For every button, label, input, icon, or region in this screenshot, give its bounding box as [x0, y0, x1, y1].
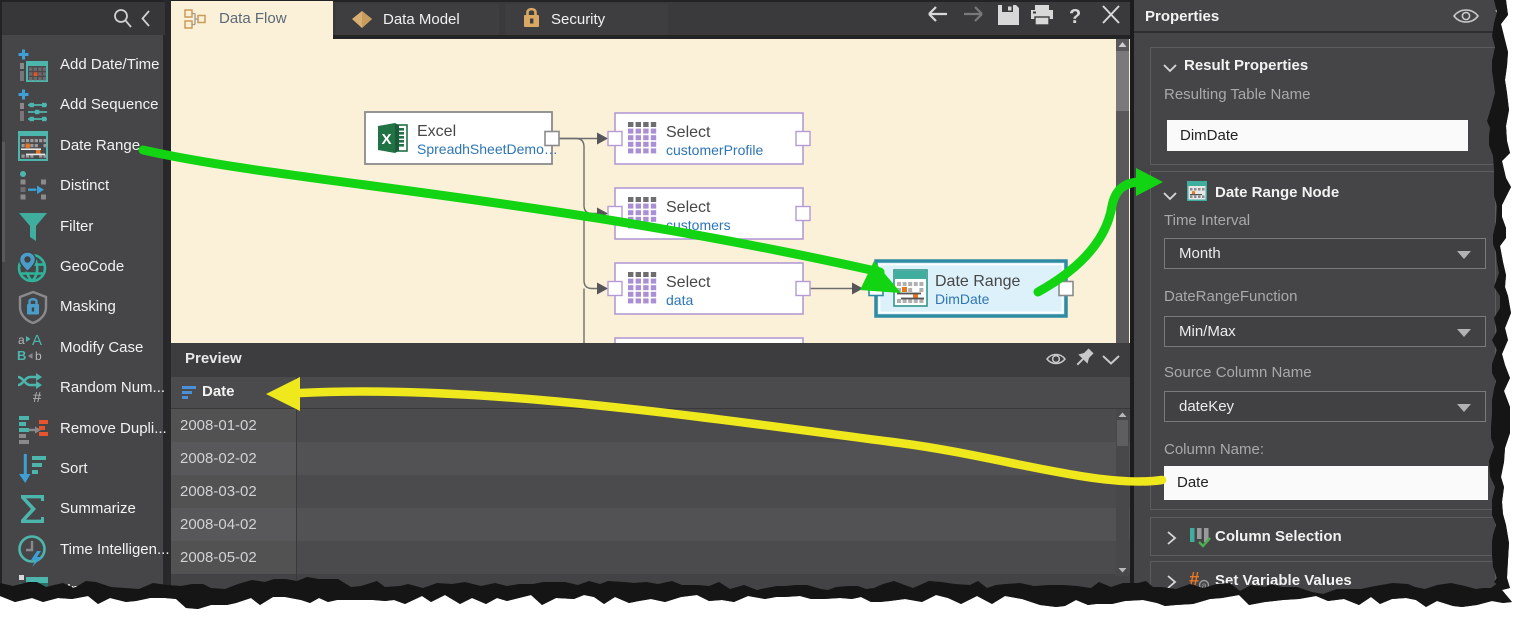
svg-text:A: A: [32, 332, 42, 349]
svg-text:Select: Select: [666, 199, 711, 216]
svg-text:SpreadhSheetDemo…: SpreadhSheetDemo…: [417, 141, 558, 157]
svg-text:Select: Select: [666, 274, 711, 291]
svg-text:a: a: [1202, 581, 1207, 591]
svg-text:#: #: [1189, 569, 1199, 589]
svg-text:Select: Select: [666, 124, 711, 141]
svg-text:B: B: [17, 348, 26, 363]
svg-text:#: #: [33, 389, 42, 405]
svg-text:b: b: [35, 349, 42, 363]
svg-text:DimDate: DimDate: [935, 291, 990, 307]
svg-text:?: ?: [1069, 6, 1081, 28]
svg-text:Excel: Excel: [417, 123, 456, 140]
svg-text:a: a: [18, 333, 25, 347]
svg-text:Date Range: Date Range: [935, 273, 1020, 290]
svg-text:customerProfile: customerProfile: [666, 142, 763, 158]
svg-text:customers: customers: [666, 217, 731, 233]
svg-text:X: X: [381, 131, 391, 148]
svg-text:data: data: [666, 292, 693, 308]
